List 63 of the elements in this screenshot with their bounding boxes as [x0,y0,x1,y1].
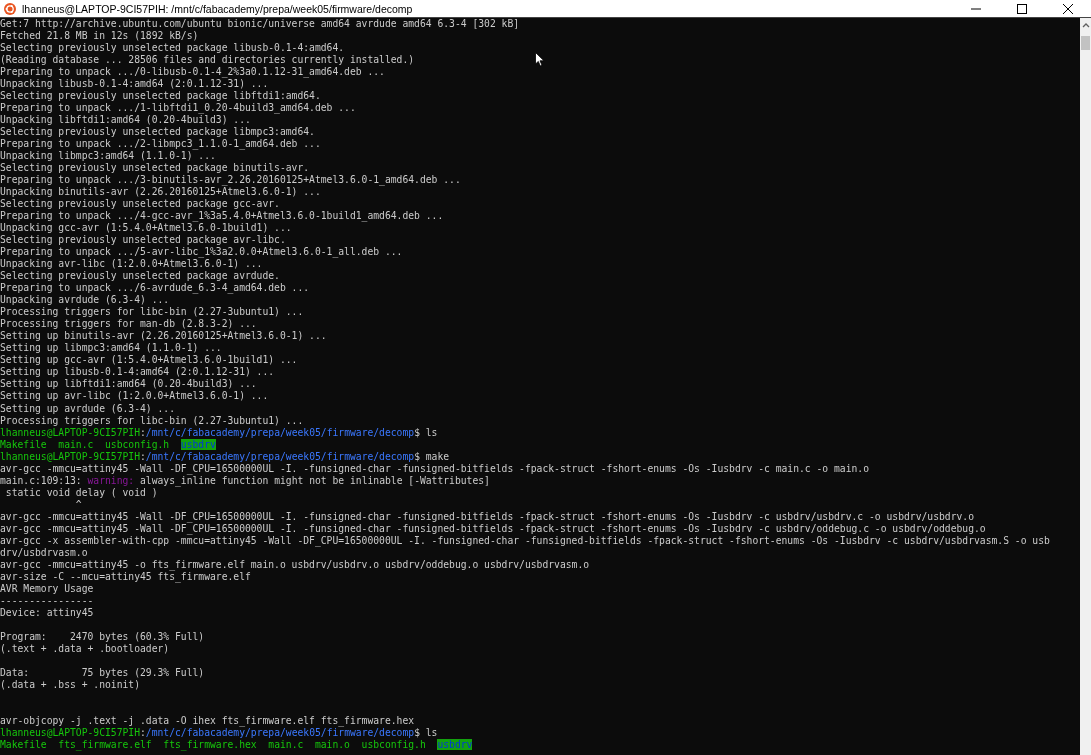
terminal-line: Data: 75 bytes (29.3% Full) [0,666,205,678]
mouse-pointer-icon [535,52,545,67]
terminal-line: AVR Memory Usage [0,582,94,594]
terminal-line: Unpacking avr-libc (1:2.0.0+Atmel3.6.0-1) ... [0,258,263,270]
terminal-line: Unpacking libftdi1:amd64 (0.20-4build3) ... [0,114,251,126]
terminal-line: drv/usbdrvasm.o [0,546,88,558]
terminal-line: static void delay ( void ) [4,486,158,498]
terminal-line: Fetched 21.8 MB in 12s (1892 kB/s) [0,30,199,41]
terminal-line: Processing triggers for man-db (2.8.3-2) ... [0,318,257,330]
terminal-line: avr-size -C --mcu=attiny45 fts_firmware.elf [0,570,251,582]
terminal-line: Setting up avrdude (6.3-4) ... [0,402,175,414]
terminal-line: avr-objcopy -j .text -j .data -O ihex fts_firmware.elf fts_firmware.hex [0,714,415,726]
terminal-line: Setting up libusb-0.1-4:amd64 (2:0.1.12-31) ... [0,366,275,378]
scrollbar-thumb[interactable] [1081,36,1090,50]
terminal-line: Preparing to unpack .../1-libftdi1_0.20-4build3_amd64.deb ... [0,102,356,114]
file-listing: Makefile main.c usbconfig.h usbdrv [0,438,216,450]
terminal-line: Preparing to unpack .../3-binutils-avr_2.26.20160125+Atmel3.6.0-1_amd64.deb ... [0,174,461,186]
terminal-line: Selecting previously unselected package libusb-0.1-4:amd64. [0,42,345,54]
terminal-line: Preparing to unpack .../0-libusb-0.1-4_2%3a0.1.12-31_amd64.deb ... [0,66,385,78]
terminal-line: Preparing to unpack .../4-gcc-avr_1%3a5.4.0+Atmel3.6.0-1build1_amd64.deb ... [0,210,444,222]
terminal-line: Processing triggers for libc-bin (2.27-3ubuntu1) ... [0,414,304,426]
maximize-icon [1017,3,1027,14]
terminal-line: (.data + .bss + .noinit) [0,678,140,690]
terminal-line: Selecting previously unselected package libftdi1:amd64. [0,90,321,102]
terminal-line: Setting up libmpc3:amd64 (1.1.0-1) ... [0,342,222,354]
terminal-line: Device: attiny45 [0,606,94,618]
terminal-line: Unpacking avrdude (6.3-4) ... [0,294,170,306]
terminal-line: Setting up avr-libc (1:2.0.0+Atmel3.6.0-1) ... [0,390,269,402]
terminal-line: Unpacking libusb-0.1-4:amd64 (2:0.1.12-31) ... [0,78,269,90]
terminal-line: lhanneus@LAPTOP-9CI57PIH:/mnt/c/fabacademy/prepa/week05/firmware/decomp$ ls [0,726,438,738]
terminal-line: (Reading database ... 28506 files and directories currently installed.) [0,54,415,66]
terminal-line: (.text + .data + .bootloader) [0,642,170,654]
terminal-line: Preparing to unpack .../6-avrdude_6.3-4_amd64.deb ... [0,282,310,294]
file-listing: Makefile fts_firmware.elf fts_firmware.hex main.c main.o usbconfig.h usbdrv [0,738,473,750]
terminal-line: avr-gcc -mmcu=attiny45 -Wall -DF_CPU=16500000UL -I. -funsigned-char -funsigned-bitfields -fpack-struct -fshort-enums -Os -Iusbdrv -c usbdrv/usbdrv.c -o usbdrv/usbdrv.o [0,510,974,522]
terminal-line: Selecting previously unselected package avrdude. [0,270,280,282]
terminal-line: Selecting previously unselected package libmpc3:amd64. [0,126,315,138]
terminal-line: Processing triggers for libc-bin (2.27-3ubuntu1) ... [0,306,304,318]
terminal-line: Setting up binutils-avr (2.26.20160125+Atmel3.6.0-1) ... [0,330,327,342]
terminal-line: Unpacking gcc-avr (1:5.4.0+Atmel3.6.0-1build1) ... [0,222,292,234]
terminal-line: main.c:109:13: warning: always_inline function might not be inlinable [-Wattributes] [0,474,490,486]
terminal-line: Unpacking libmpc3:amd64 (1.1.0-1) ... [0,150,216,162]
terminal-line: avr-gcc -mmcu=attiny45 -Wall -DF_CPU=16500000UL -I. -funsigned-char -funsigned-bitfields -fpack-struct -fshort-enums -Os -Iusbdrv -c usbdrv/oddebug.c -o usbdrv/oddebug.o [0,522,986,534]
terminal-line: ---------------- [0,594,94,606]
terminal-line: avr-gcc -x assembler-with-cpp -mmcu=attiny45 -Wall -DF_CPU=16500000UL -I. -funsigned-char -funsigned-bitfields -fpack-struct -fshort-enums -Os -Iusbdrv -c usbdrv/usbdrvasm.S -o usb [0,534,1050,546]
terminal-line: avr-gcc -mmcu=attiny45 -Wall -DF_CPU=16500000UL -I. -funsigned-char -funsigned-bitfields -fpack-struct -fshort-enums -Os -Iusbdrv -c main.c -o main.o [0,462,870,474]
terminal-line: Preparing to unpack .../5-avr-libc_1%3a2.0.0+Atmel3.6.0-1_all.deb ... [0,246,403,258]
scrollbar[interactable] [1080,18,1091,755]
terminal-line: Preparing to unpack .../2-libmpc3_1.1.0-1_amd64.deb ... [0,138,321,150]
terminal-line: ^ [74,498,82,510]
terminal-line: avr-gcc -mmcu=attiny45 -o fts_firmware.elf main.o usbdrv/usbdrv.o usbdrv/oddebug.o usbdrv/usbdrvasm.o [0,558,590,570]
terminal-line: Setting up libftdi1:amd64 (0.20-4build3) ... [0,378,257,390]
terminal-line: Get:7 http://archive.ubuntu.com/ubuntu bionic/universe amd64 avrdude amd64 6.3-4 [302 kB] [0,18,520,29]
window-title: lhanneus@LAPTOP-9CI57PIH: /mnt/c/fabacademy/prepa/week05/firmware/decomp [22,2,413,15]
terminal-line: Selecting previously unselected package binutils-avr. [0,162,310,174]
terminal-line: Unpacking binutils-avr (2.26.20160125+Atmel3.6.0-1) ... [0,186,321,198]
terminal-line: Program: 2470 bytes (60.3% Full) [0,630,205,642]
terminal-line: Selecting previously unselected package gcc-avr. [0,198,280,210]
close-icon [1063,3,1073,14]
terminal-line: Setting up gcc-avr (1:5.4.0+Atmel3.6.0-1build1) ... [0,354,298,366]
terminal-line: lhanneus@LAPTOP-9CI57PIH:/mnt/c/fabacademy/prepa/week05/firmware/decomp$ ls [0,426,438,438]
terminal-line: Selecting previously unselected package avr-libc. [0,234,286,246]
terminal-line: lhanneus@LAPTOP-9CI57PIH:/mnt/c/fabacademy/prepa/week05/firmware/decomp$ make [0,450,450,462]
